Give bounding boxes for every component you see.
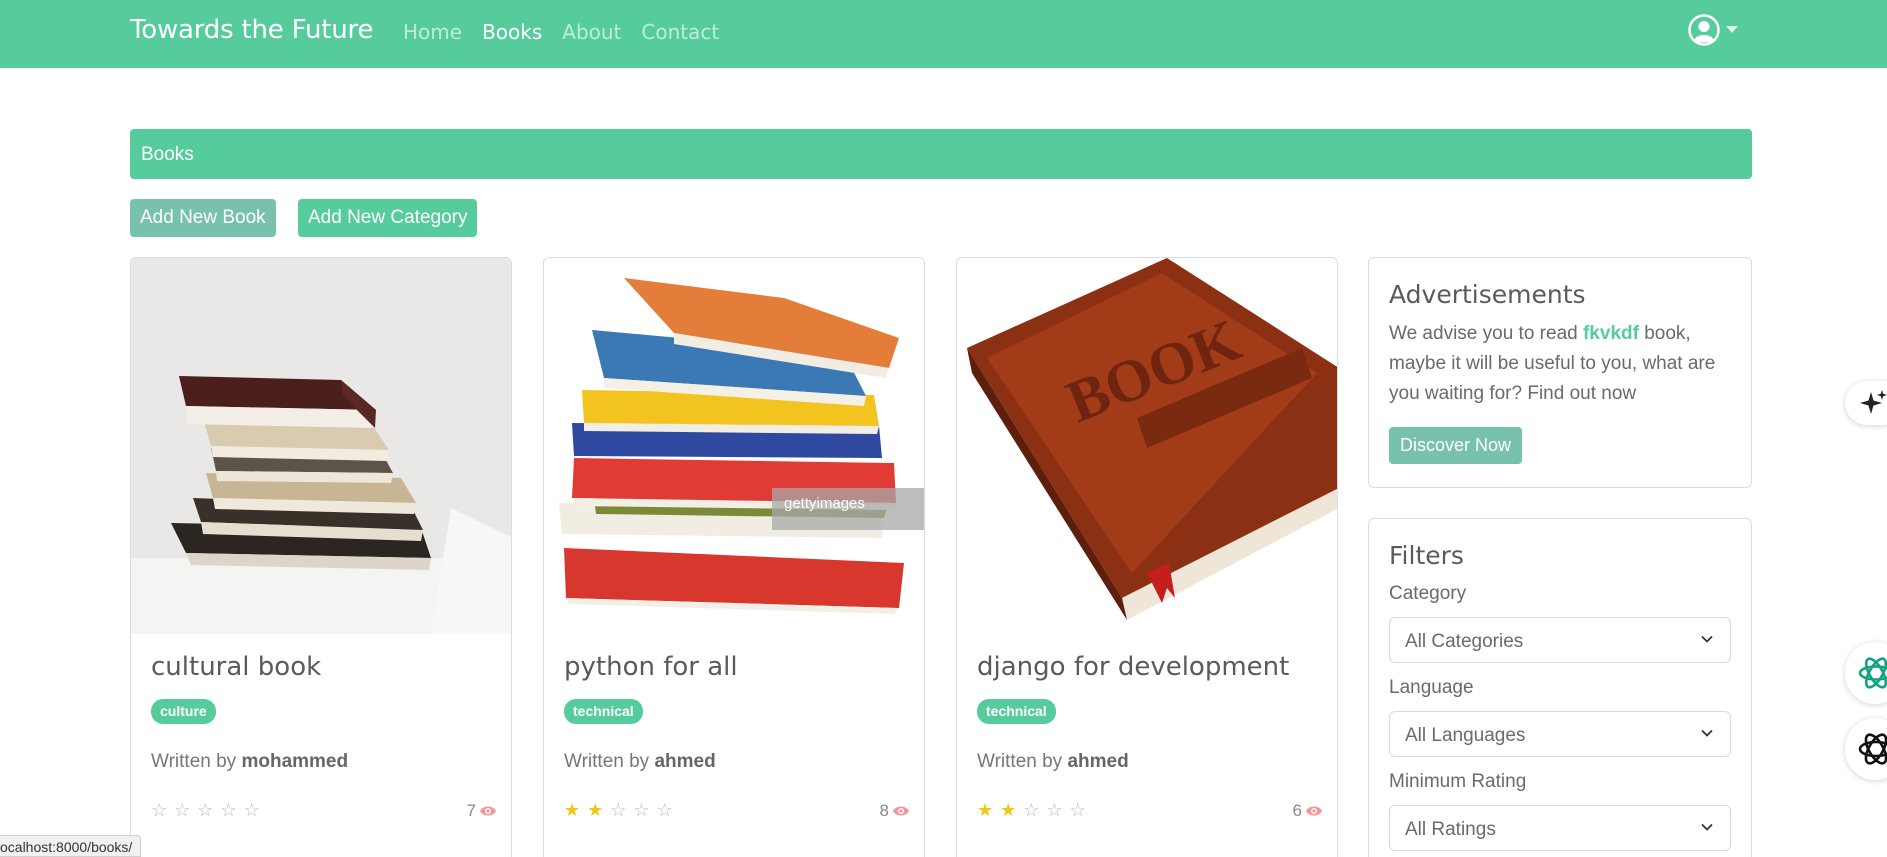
category-select[interactable]: All Categories [1389, 617, 1731, 663]
language-select[interactable]: All Languages [1389, 711, 1731, 757]
advertisement-text: We advise you to read fkvkdf book, maybe… [1389, 319, 1731, 409]
star-empty-icon: ☆ [610, 800, 627, 820]
chatgpt-widget[interactable] [1845, 642, 1887, 704]
minimum-rating-select-value: All Ratings [1405, 819, 1496, 840]
brand-link[interactable]: Towards the Future [130, 15, 373, 45]
star-empty-icon: ☆ [1046, 800, 1063, 820]
language-label: Language [1389, 677, 1474, 698]
star-empty-icon: ☆ [1069, 800, 1086, 820]
rating-stars: ☆ ☆ ☆ ☆ ☆ [151, 800, 260, 821]
star-empty-icon: ☆ [656, 800, 673, 820]
view-count-value: 7 [466, 801, 476, 820]
chevron-down-icon [1701, 823, 1713, 831]
user-menu[interactable] [1688, 14, 1738, 46]
book-card[interactable]: gettyimages python for all technical Wri… [543, 257, 925, 857]
nav-about[interactable]: About [562, 20, 621, 44]
chevron-down-icon [1701, 635, 1713, 643]
ad-text-before: We advise you to read [1389, 323, 1578, 344]
rating-stars: ★ ★ ☆ ☆ ☆ [564, 800, 673, 821]
nav-links: Home Books About Contact [403, 20, 719, 44]
view-count: 7 [467, 801, 497, 821]
minimum-rating-label: Minimum Rating [1389, 771, 1527, 792]
watermark-text: gettyimages [784, 495, 865, 512]
nav-home[interactable]: Home [403, 20, 462, 44]
chevron-down-icon [1701, 729, 1713, 737]
advertisements-panel: Advertisements We advise you to read fkv… [1368, 257, 1752, 488]
sparkle-icon [1860, 390, 1887, 414]
eye-icon [1306, 806, 1322, 816]
category-badge: technical [564, 699, 643, 724]
book-title[interactable]: cultural book [151, 652, 321, 682]
author-name: mohammed [241, 751, 349, 772]
star-filled-icon: ★ [977, 800, 994, 820]
books-header: Books [130, 129, 1752, 179]
star-filled-icon: ★ [564, 800, 581, 820]
book-title[interactable]: python for all [564, 652, 738, 682]
filters-panel: Filters Category All Categories Language… [1368, 518, 1752, 857]
star-empty-icon: ☆ [197, 800, 214, 820]
category-badge: technical [977, 699, 1056, 724]
status-bar-url: ocalhost:8000/books/ [0, 835, 142, 857]
view-count: 6 [1293, 801, 1323, 821]
add-new-category-button[interactable]: Add New Category [298, 199, 478, 237]
navbar: Towards the Future Home Books About Cont… [0, 0, 1887, 68]
book-card[interactable]: cultural book culture Written by mohamme… [130, 257, 512, 857]
openai-logo-icon [1858, 657, 1887, 689]
view-count-value: 6 [1292, 801, 1302, 820]
view-count: 8 [880, 801, 910, 821]
language-select-value: All Languages [1405, 725, 1526, 746]
add-new-book-button[interactable]: Add New Book [130, 199, 276, 237]
star-filled-icon: ★ [1000, 800, 1017, 820]
star-empty-icon: ☆ [633, 800, 650, 820]
ad-book-link[interactable]: fkvkdf [1583, 323, 1639, 344]
star-empty-icon: ☆ [243, 800, 260, 820]
ai-sparkle-widget[interactable] [1845, 381, 1887, 425]
category-select-value: All Categories [1405, 631, 1524, 652]
author-name: ahmed [654, 751, 716, 772]
author-name: ahmed [1067, 751, 1129, 772]
rating-stars: ★ ★ ☆ ☆ ☆ [977, 800, 1086, 821]
star-empty-icon: ☆ [220, 800, 237, 820]
written-by-label: Written by [977, 751, 1063, 772]
written-by-label: Written by [564, 751, 650, 772]
advertisements-title: Advertisements [1389, 280, 1586, 309]
minimum-rating-select[interactable]: All Ratings [1389, 805, 1731, 851]
eye-icon [893, 806, 909, 816]
written-by-label: Written by [151, 751, 237, 772]
ai-assistant-logo-icon [1858, 733, 1887, 765]
book-title[interactable]: django for development [977, 652, 1289, 682]
book-cover-image[interactable]: gettyimages [544, 258, 924, 634]
star-filled-icon: ★ [587, 800, 604, 820]
view-count-value: 8 [879, 801, 889, 820]
discover-now-button[interactable]: Discover Now [1389, 427, 1523, 464]
category-badge: culture [151, 699, 216, 724]
caret-down-icon [1726, 26, 1738, 33]
nav-books[interactable]: Books [482, 20, 542, 44]
book-cover-image[interactable] [131, 258, 511, 634]
assistant-widget[interactable] [1845, 718, 1887, 780]
user-circle-icon [1688, 14, 1720, 46]
filters-title: Filters [1389, 541, 1464, 570]
nav-contact[interactable]: Contact [641, 20, 719, 44]
book-cover-image[interactable]: BOOK [957, 258, 1337, 634]
book-card[interactable]: BOOK django for development technical Wr… [956, 257, 1338, 857]
star-empty-icon: ☆ [1023, 800, 1040, 820]
category-label: Category [1389, 583, 1467, 604]
star-empty-icon: ☆ [174, 800, 191, 820]
star-empty-icon: ☆ [151, 800, 168, 820]
book-author: Written by ahmed [977, 751, 1129, 773]
book-author: Written by mohammed [151, 751, 348, 773]
eye-icon [480, 806, 496, 816]
book-author: Written by ahmed [564, 751, 716, 773]
